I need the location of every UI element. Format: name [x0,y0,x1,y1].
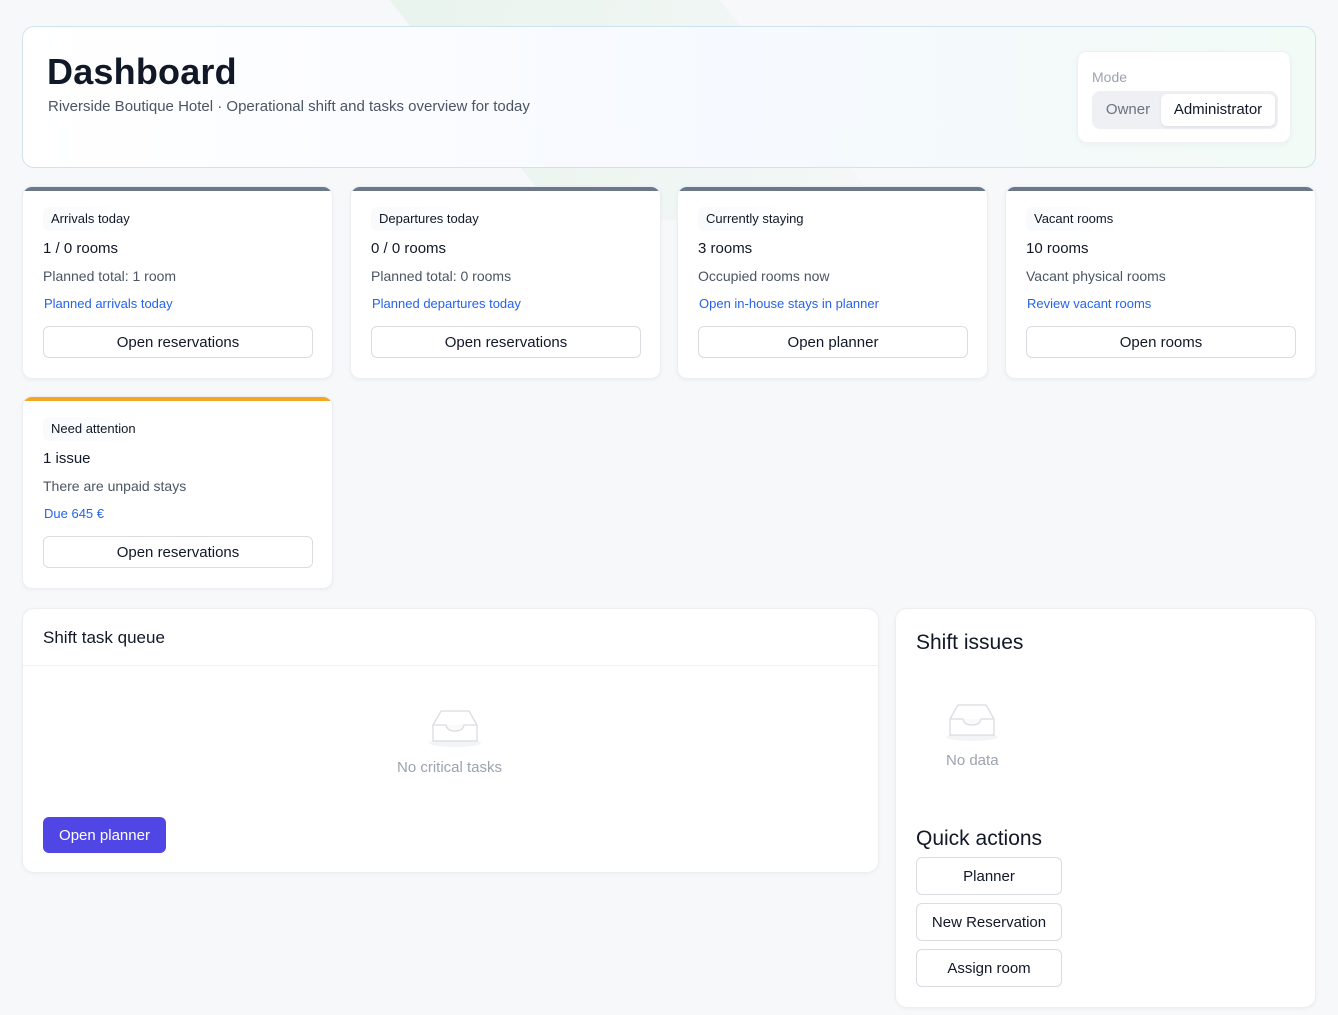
panel-title: Shift task queue [43,628,165,647]
stat-card-currently-staying: Currently staying 3 rooms Occupied rooms… [677,186,988,379]
panel-title: Shift issues [916,631,1024,654]
empty-state-text: No data [946,752,999,769]
mode-option-owner[interactable]: Owner [1095,94,1161,126]
stat-card-arrivals: Arrivals today 1 / 0 rooms Planned total… [22,186,333,379]
mode-segmented-control: Owner Administrator [1092,91,1278,129]
assign-room-button[interactable]: Assign room [916,949,1062,987]
stat-card-departures: Departures today 0 / 0 rooms Planned tot… [350,186,661,379]
stat-card-need-attention: Need attention 1 issue There are unpaid … [22,396,333,589]
open-reservations-button[interactable]: Open reservations [371,326,641,358]
shift-issues-panel: Shift issues No data Quick actions Plann… [895,608,1316,1008]
page-subtitle: Riverside Boutique Hotel · Operational s… [48,98,530,115]
stat-tag: Currently staying [698,207,812,231]
shift-task-queue-panel: Shift task queue No critical tasks Open … [22,608,879,873]
inbox-icon [946,704,998,741]
stat-tag: Need attention [43,417,144,441]
open-reservations-button[interactable]: Open reservations [43,326,313,358]
empty-state-text: No critical tasks [397,759,503,776]
stat-tag: Vacant rooms [1026,207,1122,231]
open-planner-button[interactable]: Open planner [43,817,166,853]
stat-description: Occupied rooms now [698,268,830,284]
planner-button[interactable]: Planner [916,857,1062,895]
open-planner-button[interactable]: Open planner [698,326,968,358]
stat-link[interactable]: Planned arrivals today [44,296,173,311]
stat-link[interactable]: Planned departures today [372,296,521,311]
stat-description: Planned total: 1 room [43,268,177,284]
mode-option-administrator[interactable]: Administrator [1161,94,1275,126]
card-accent-bar [678,187,987,191]
new-reservation-button[interactable]: New Reservation [916,903,1062,941]
stat-link[interactable]: Review vacant rooms [1027,296,1151,311]
card-accent-bar [23,187,332,191]
inbox-icon [429,710,481,747]
stat-description: Planned total: 0 rooms [371,268,512,284]
page-header: Dashboard Riverside Boutique Hotel · Ope… [22,26,1316,168]
mode-label: Mode [1092,69,1128,85]
card-accent-bar [23,397,332,401]
quick-actions-title: Quick actions [916,827,1043,850]
page-title: Dashboard [47,51,237,92]
stat-value: 0 / 0 rooms [371,240,447,257]
stat-tag: Departures today [371,207,487,231]
stat-value: 3 rooms [698,240,753,257]
divider [23,665,878,666]
stat-value: 1 / 0 rooms [43,240,119,257]
stat-value: 10 rooms [1026,240,1089,257]
mode-switcher: Mode Owner Administrator [1077,51,1291,143]
stat-value: 1 issue [43,450,91,467]
stat-description: Vacant physical rooms [1026,268,1166,284]
stat-tag: Arrivals today [43,207,138,231]
stat-link[interactable]: Open in-house stays in planner [699,296,879,311]
stat-card-vacant-rooms: Vacant rooms 10 rooms Vacant physical ro… [1005,186,1316,379]
stat-link[interactable]: Due 645 € [44,506,104,521]
stat-description: There are unpaid stays [43,478,187,494]
card-accent-bar [351,187,660,191]
open-rooms-button[interactable]: Open rooms [1026,326,1296,358]
card-accent-bar [1006,187,1315,191]
open-reservations-button[interactable]: Open reservations [43,536,313,568]
